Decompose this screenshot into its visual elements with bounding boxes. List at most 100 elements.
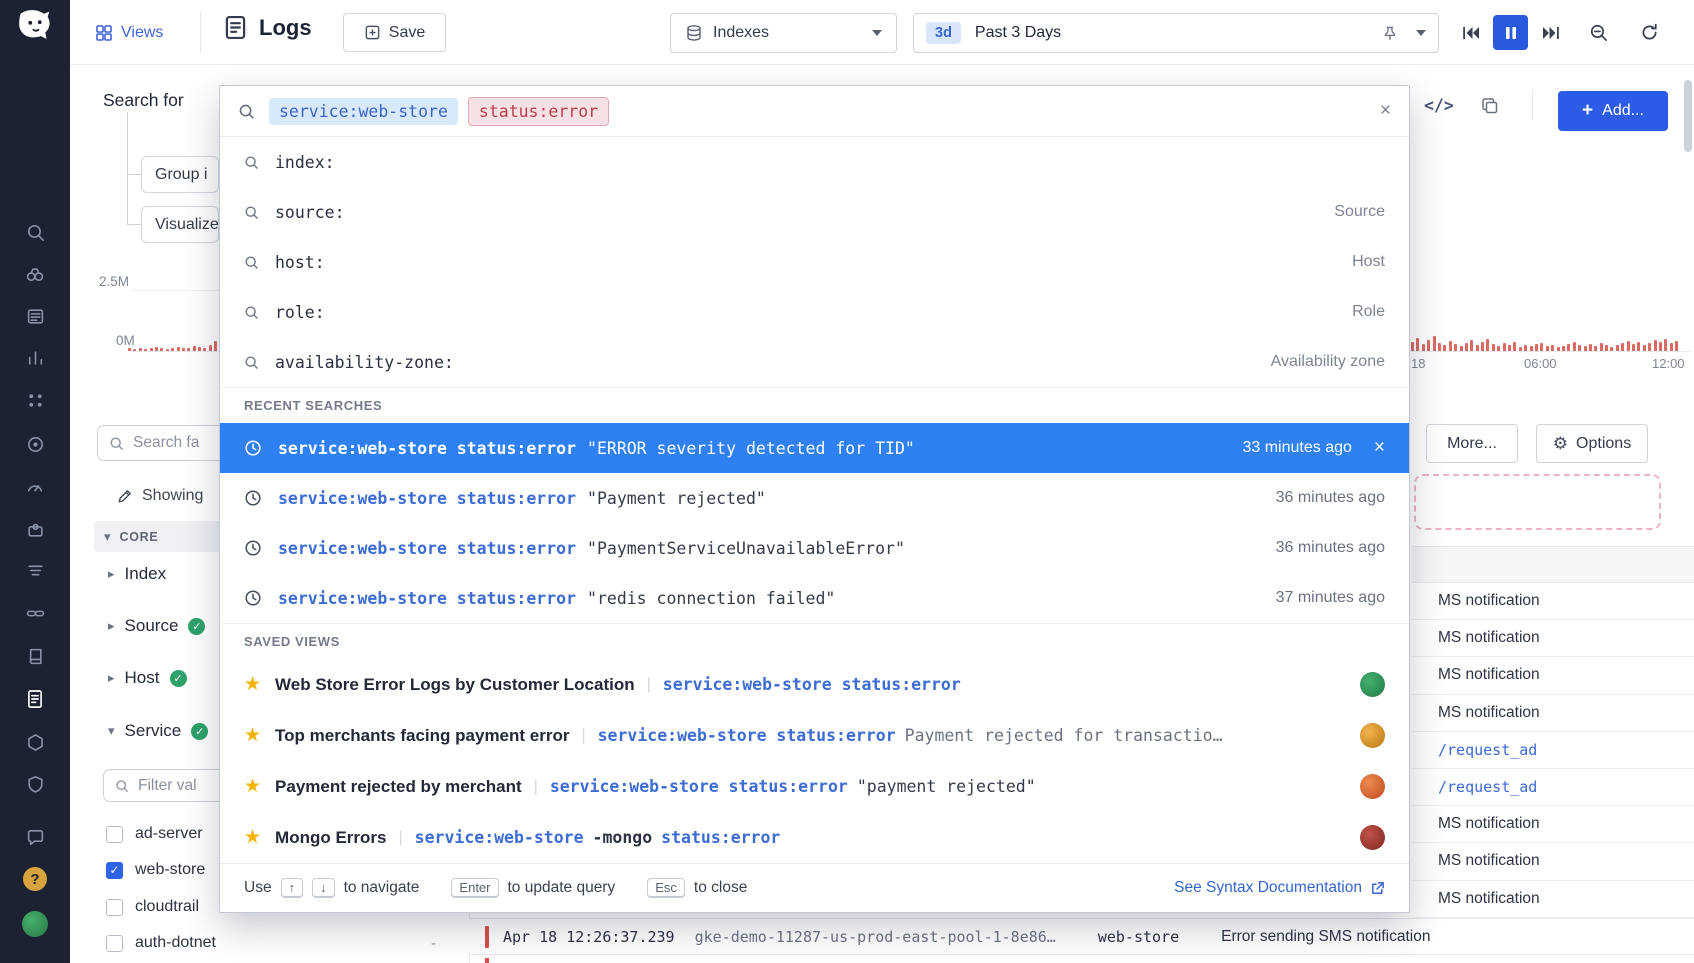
recent-search-row[interactable]: service:web-store status:error "PaymentS… [220,523,1409,573]
log-row[interactable]: MS notification [1412,881,1694,918]
raw-query-toggle[interactable]: </> [1424,96,1454,115]
recent-search-row[interactable]: service:web-store status:error "redis co… [220,573,1409,623]
options-button[interactable]: ⚙ Options [1536,424,1648,463]
infrastructure-icon[interactable] [0,379,70,421]
scrollbar-thumb[interactable] [1684,80,1692,152]
visualize-label: Visualize [155,216,219,234]
checkbox-checked[interactable]: ✓ [106,862,123,879]
suggestion-category: Availability zone [1271,353,1385,371]
log-row[interactable]: MS notification [1412,695,1694,732]
zoom-out-button[interactable] [1581,15,1616,50]
user-avatar[interactable] [0,903,70,945]
dashboards-icon[interactable] [0,465,70,507]
syntax-documentation-link[interactable]: See Syntax Documentation [1174,879,1385,897]
facet-value-auth-dotnet[interactable]: auth-dotnet - [106,926,436,960]
group-into-button[interactable]: Group i [141,156,219,193]
recent-time: 37 minutes ago [1276,589,1385,607]
logs-nav-icon[interactable] [0,678,70,720]
save-label: Save [389,24,425,42]
facet-service[interactable]: ▾ Service ✓ [108,713,208,749]
facet-host[interactable]: ▸ Host ✓ [108,660,187,696]
pin-icon[interactable] [1382,25,1398,42]
clear-search-icon[interactable]: × [1380,100,1391,122]
integrations-icon[interactable] [0,508,70,550]
pause-button[interactable] [1493,15,1528,50]
events-icon[interactable] [0,295,70,337]
visualize-button[interactable]: Visualize [141,206,219,243]
history-clock-icon [244,439,262,457]
saved-view-row[interactable]: ★ Web Store Error Logs by Customer Locat… [220,659,1409,710]
log-host: gke-demo-11287-us-prod-east-pool-1-8e86… [695,928,1056,946]
time-range-label: Past 3 Days [975,24,1061,42]
log-row[interactable]: /request_ad [1412,732,1694,769]
checkbox-unchecked[interactable] [106,935,123,952]
recent-search-row-selected[interactable]: service:web-store status:error "ERROR se… [220,423,1409,473]
log-message: MS notification [1438,815,1540,833]
log-row[interactable]: MS notification [1412,806,1694,843]
monitors-icon[interactable] [0,423,70,465]
log-row[interactable]: MS notification [1412,583,1694,620]
more-button[interactable]: More... [1426,424,1518,463]
history-clock-icon [244,539,262,557]
facet-value-label: auth-dotnet [135,934,216,952]
log-row[interactable]: MS notification [1412,620,1694,657]
copy-icon[interactable] [1481,97,1499,115]
log-row[interactable]: /request_ad [1412,769,1694,806]
feedback-icon[interactable] [0,816,70,858]
saved-view-row[interactable]: ★ Payment rejected by merchant | service… [220,761,1409,812]
chart-axis [132,351,219,352]
skip-back-button[interactable] [1453,15,1488,50]
recent-detail: "ERROR severity detected for TID" [587,439,915,458]
refresh-button[interactable] [1632,15,1667,50]
log-row[interactable]: MS notification [1412,843,1694,880]
suggestion-category: Source [1334,203,1385,221]
search-nav-icon[interactable] [0,211,70,253]
page-title: Logs [259,15,312,41]
search-bar[interactable]: service:web-store status:error × [220,86,1409,137]
suggestion-index[interactable]: index: [220,137,1409,187]
showing-row[interactable]: Showing [117,487,203,505]
watchdog-icon[interactable] [0,253,70,295]
facet-source[interactable]: ▸ Source ✓ [108,608,205,644]
suggestion-availability-zone[interactable]: availability-zone: Availability zone [220,337,1409,387]
save-button[interactable]: Save [343,13,446,52]
chart-left-bars[interactable] [128,329,223,351]
connections-icon[interactable] [0,592,70,634]
suggestion-source[interactable]: source: Source [220,187,1409,237]
options-label: Options [1576,435,1631,453]
recent-search-row[interactable]: service:web-store status:error "Payment … [220,473,1409,523]
views-label: Views [121,24,163,42]
log-row-expanded[interactable]: Apr 18 12:26:37.239 gke-demo-11287-us-pr… [469,918,1694,955]
datadog-logo[interactable] [0,8,70,44]
security-icon[interactable] [0,763,70,805]
skip-forward-button[interactable] [1533,15,1568,50]
pipelines-icon[interactable] [0,549,70,591]
facet-index[interactable]: ▸ Index [108,556,166,592]
saved-view-row[interactable]: ★ Top merchants facing payment error | s… [220,710,1409,761]
time-range-selector[interactable]: 3d Past 3 Days [913,13,1439,53]
indexes-dropdown[interactable]: Indexes [670,13,897,53]
help-icon[interactable]: ? [0,858,70,900]
log-row[interactable]: MS notification [1412,657,1694,694]
checkbox-unchecked[interactable] [106,899,123,916]
metrics-icon[interactable] [0,336,70,378]
log-message: MS notification [1438,890,1540,908]
footer-text: to close [694,879,747,897]
checkbox-unchecked[interactable] [106,826,123,843]
suggestion-host[interactable]: host: Host [220,237,1409,287]
chart-right-bars[interactable] [1411,329,1678,351]
suggestion-role[interactable]: role: Role [220,287,1409,337]
search-icon [244,355,259,370]
apm-icon[interactable] [0,721,70,763]
reference-icon[interactable] [0,635,70,677]
remove-recent-icon[interactable]: × [1374,437,1385,459]
saved-view-row[interactable]: ★ Mongo Errors | service:web-store-mongo… [220,812,1409,863]
query-token-status[interactable]: status:error [468,97,609,126]
divider: | [581,727,585,745]
header-divider [200,12,201,53]
avatar [1360,672,1385,697]
query-token-service[interactable]: service:web-store [269,98,458,125]
views-button[interactable]: Views [95,16,163,49]
add-query-button[interactable]: + Add... [1558,91,1668,131]
log-message: MS notification [1438,592,1540,610]
